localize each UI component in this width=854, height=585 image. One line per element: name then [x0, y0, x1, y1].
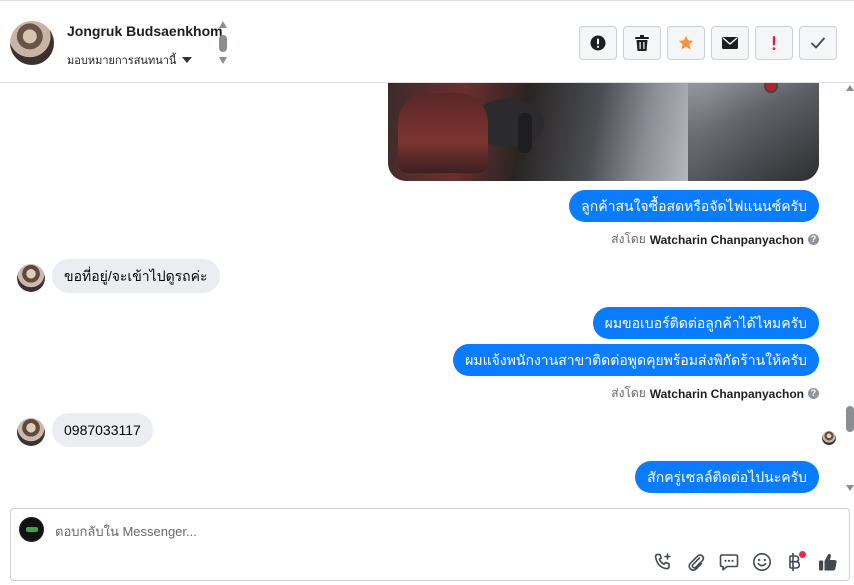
contact-avatar-small[interactable] [17, 264, 45, 292]
delete-button[interactable] [623, 26, 661, 60]
conversation-header: Jongruk Budsaenkhom มอบหมายการสนทนานี้ [0, 0, 854, 83]
scroll-down-arrow-icon[interactable] [846, 485, 854, 491]
contact-name[interactable]: Jongruk Budsaenkhom [67, 23, 223, 39]
scrollbar-thumb[interactable] [219, 35, 227, 52]
message-bubble-outgoing[interactable]: ผมขอเบอร์ติดต่อลูกค้าได้ไหมครับ [592, 307, 819, 339]
emoji-button[interactable] [751, 551, 773, 573]
mark-spam-button[interactable] [579, 26, 617, 60]
star-button[interactable] [667, 26, 705, 60]
payment-button[interactable] [784, 551, 806, 573]
help-icon[interactable]: ? [808, 234, 819, 245]
saved-replies-button[interactable] [718, 551, 740, 573]
call-button[interactable] [652, 551, 674, 573]
attach-button[interactable] [685, 551, 707, 573]
scroll-up-arrow-icon[interactable] [846, 85, 854, 91]
conversation-thread[interactable]: ลูกค้าสนใจซื้อสดหรือจัดไฟแนนซ์ครับ ส่งโด… [0, 83, 854, 505]
page-avatar [19, 517, 44, 542]
photo-gear-stick [518, 113, 532, 153]
assign-label: มอบหมายการสนทนานี้ [67, 55, 177, 67]
reply-input[interactable] [55, 521, 655, 541]
assign-conversation-dropdown[interactable]: มอบหมายการสนทนานี้ [67, 51, 193, 69]
thumbs-up-icon [819, 553, 837, 571]
follow-up-button[interactable] [755, 26, 793, 60]
sent-by-label: ส่งโดย Watcharin Chanpanyachon ? [611, 384, 819, 403]
help-icon[interactable]: ? [808, 388, 819, 399]
envelope-icon [722, 37, 738, 49]
chat-bubble-icon [719, 554, 739, 571]
mark-done-button[interactable] [799, 26, 837, 60]
header-scrollbar[interactable] [218, 21, 228, 67]
like-button[interactable] [817, 551, 839, 573]
smiley-icon [753, 553, 771, 571]
mark-unread-button[interactable] [711, 26, 749, 60]
reply-composer [10, 508, 850, 581]
message-bubble-outgoing[interactable]: ลูกค้าสนใจซื้อสดหรือจัดไฟแนนซ์ครับ [569, 190, 819, 222]
sent-by-prefix: ส่งโดย [611, 386, 646, 400]
composer-toolbar [652, 551, 839, 573]
star-icon [678, 35, 694, 50]
message-bubble-outgoing[interactable]: สักครู่เซลล์ติดต่อไปนะครับ [635, 461, 819, 493]
contact-avatar[interactable] [10, 21, 54, 65]
seen-avatar-indicator [822, 431, 836, 445]
caret-down-icon [182, 57, 193, 63]
message-bubble-incoming[interactable]: ขอที่อยู่/จะเข้าไปดูรถค่ะ [52, 259, 220, 293]
scroll-down-arrow-icon[interactable] [219, 57, 227, 64]
scrollbar-thumb[interactable] [846, 406, 854, 432]
sender-name[interactable]: Watcharin Chanpanyachon [650, 387, 804, 401]
contact-avatar-small[interactable] [17, 418, 45, 446]
photo-dashboard [688, 83, 819, 181]
trash-icon [635, 35, 649, 51]
call-add-icon [654, 553, 671, 570]
sent-by-prefix: ส่งโดย [611, 232, 646, 246]
conversation-actions [579, 26, 837, 60]
sent-by-label: ส่งโดย Watcharin Chanpanyachon ? [611, 230, 819, 249]
alert-circle-icon [590, 35, 606, 51]
scroll-up-arrow-icon[interactable] [219, 21, 227, 28]
conversation-scrollbar[interactable] [846, 83, 854, 505]
checkmark-icon [811, 37, 825, 49]
photo-seat [398, 93, 488, 173]
message-bubble-incoming[interactable]: 0987033117 [52, 413, 153, 447]
exclamation-icon [772, 36, 776, 50]
sender-name[interactable]: Watcharin Chanpanyachon [650, 233, 804, 247]
notification-dot [799, 551, 806, 558]
paperclip-icon [688, 554, 705, 572]
shared-photo[interactable] [388, 83, 819, 181]
message-bubble-outgoing[interactable]: ผมแจ้งพนักงานสาขาติดต่อพูดคุยพร้อมส่งพิก… [453, 344, 819, 376]
